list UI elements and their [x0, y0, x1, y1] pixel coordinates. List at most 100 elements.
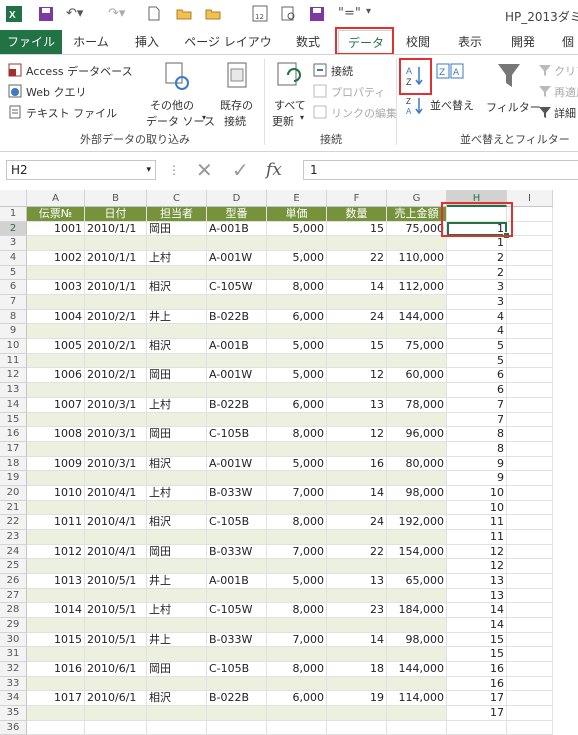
- table-cell[interactable]: 上村: [147, 603, 207, 619]
- table-header-cell[interactable]: 担当者: [147, 207, 207, 222]
- table-cell[interactable]: C-105B: [207, 427, 267, 442]
- table-cell[interactable]: [507, 221, 553, 237]
- table-cell[interactable]: [387, 236, 447, 252]
- table-cell[interactable]: 2010/4/1: [85, 515, 147, 530]
- table-cell[interactable]: 15: [327, 339, 387, 354]
- table-cell[interactable]: [207, 383, 267, 398]
- table-cell[interactable]: [327, 265, 387, 281]
- row-header[interactable]: 18: [0, 456, 27, 472]
- table-cell[interactable]: C-105B: [207, 515, 267, 530]
- table-cell[interactable]: 98,000: [387, 632, 447, 648]
- row-header[interactable]: 5: [0, 265, 27, 281]
- sort-button[interactable]: 並べ替え: [430, 97, 474, 113]
- table-cell[interactable]: [507, 618, 553, 633]
- row-header[interactable]: 13: [0, 383, 27, 398]
- table-cell[interactable]: 192,000: [387, 515, 447, 530]
- table-cell[interactable]: [327, 588, 387, 604]
- table-cell[interactable]: 1002: [27, 251, 85, 266]
- table-cell[interactable]: [267, 471, 327, 486]
- column-header[interactable]: F: [327, 190, 387, 207]
- row-header[interactable]: 15: [0, 412, 27, 428]
- table-cell[interactable]: [387, 676, 447, 692]
- properties-button[interactable]: プロパティ: [331, 84, 385, 100]
- table-cell[interactable]: [507, 280, 553, 296]
- table-cell[interactable]: 12: [447, 559, 507, 574]
- table-cell[interactable]: [267, 559, 327, 574]
- table-cell[interactable]: [27, 471, 85, 486]
- table-cell[interactable]: 2010/5/1: [85, 632, 147, 648]
- table-cell[interactable]: 6: [447, 368, 507, 384]
- table-cell[interactable]: 14: [447, 603, 507, 619]
- table-cell[interactable]: [327, 236, 387, 252]
- column-header[interactable]: B: [85, 190, 147, 207]
- row-header[interactable]: 30: [0, 632, 27, 648]
- table-cell[interactable]: 11: [447, 529, 507, 545]
- table-cell[interactable]: [85, 295, 147, 310]
- tab-developer[interactable]: 開発: [503, 30, 543, 54]
- table-cell[interactable]: 井上: [147, 632, 207, 648]
- open-folder-icon[interactable]: [176, 8, 192, 20]
- table-cell[interactable]: [27, 383, 85, 398]
- cancel-icon[interactable]: ✕: [196, 158, 213, 182]
- existing-connections-button[interactable]: 既存の 接続: [216, 59, 258, 129]
- table-cell[interactable]: [267, 706, 327, 721]
- table-cell[interactable]: 井上: [147, 309, 207, 325]
- table-cell[interactable]: 2: [447, 265, 507, 281]
- table-cell[interactable]: 22: [327, 544, 387, 560]
- chevron-down-icon[interactable]: ▾: [146, 161, 151, 179]
- edit-links-button[interactable]: リンクの編集: [331, 105, 397, 121]
- table-cell[interactable]: 78,000: [387, 397, 447, 413]
- row-header[interactable]: 4: [0, 251, 27, 266]
- table-cell[interactable]: 10: [447, 500, 507, 516]
- table-cell[interactable]: [207, 471, 267, 486]
- filter-button[interactable]: フィルター: [484, 59, 541, 129]
- table-cell[interactable]: 1007: [27, 397, 85, 413]
- table-cell[interactable]: [507, 353, 553, 369]
- table-cell[interactable]: [147, 559, 207, 574]
- table-cell[interactable]: [207, 647, 267, 663]
- table-cell[interactable]: [507, 427, 553, 442]
- table-cell[interactable]: [267, 647, 327, 663]
- table-cell[interactable]: [207, 706, 267, 721]
- table-cell[interactable]: 16: [327, 456, 387, 472]
- table-cell[interactable]: 13: [327, 574, 387, 589]
- column-header[interactable]: E: [267, 190, 327, 207]
- save-as-icon[interactable]: [309, 6, 325, 22]
- row-header[interactable]: 20: [0, 485, 27, 501]
- table-cell[interactable]: 1005: [27, 339, 85, 354]
- table-cell[interactable]: [267, 295, 327, 310]
- table-cell[interactable]: [27, 295, 85, 310]
- table-cell[interactable]: 8,000: [267, 515, 327, 530]
- table-cell[interactable]: [267, 588, 327, 604]
- table-cell[interactable]: [507, 251, 553, 266]
- table-cell[interactable]: [507, 500, 553, 516]
- table-cell[interactable]: 12: [327, 427, 387, 442]
- table-cell[interactable]: [387, 324, 447, 340]
- table-cell[interactable]: 2010/5/1: [85, 603, 147, 619]
- table-cell[interactable]: 14: [447, 618, 507, 633]
- table-cell[interactable]: 岡田: [147, 368, 207, 384]
- table-cell[interactable]: 岡田: [147, 662, 207, 677]
- table-cell[interactable]: [85, 676, 147, 692]
- table-cell[interactable]: [27, 412, 85, 428]
- table-cell[interactable]: 17: [447, 691, 507, 707]
- table-cell[interactable]: 7: [447, 397, 507, 413]
- table-cell[interactable]: [267, 500, 327, 516]
- table-cell[interactable]: 岡田: [147, 544, 207, 560]
- table-cell[interactable]: 相沢: [147, 456, 207, 472]
- table-cell[interactable]: [147, 471, 207, 486]
- table-cell[interactable]: 2010/3/1: [85, 456, 147, 472]
- table-cell[interactable]: [147, 618, 207, 633]
- table-cell[interactable]: [85, 588, 147, 604]
- table-cell[interactable]: [27, 265, 85, 281]
- table-cell[interactable]: 11: [447, 515, 507, 530]
- row-header[interactable]: 2: [0, 221, 27, 237]
- table-cell[interactable]: [27, 353, 85, 369]
- table-cell[interactable]: 2010/3/1: [85, 397, 147, 413]
- table-cell[interactable]: 上村: [147, 397, 207, 413]
- table-cell[interactable]: [147, 324, 207, 340]
- table-cell[interactable]: [207, 236, 267, 252]
- table-cell[interactable]: 1014: [27, 603, 85, 619]
- table-cell[interactable]: [85, 647, 147, 663]
- row-header[interactable]: 29: [0, 618, 27, 633]
